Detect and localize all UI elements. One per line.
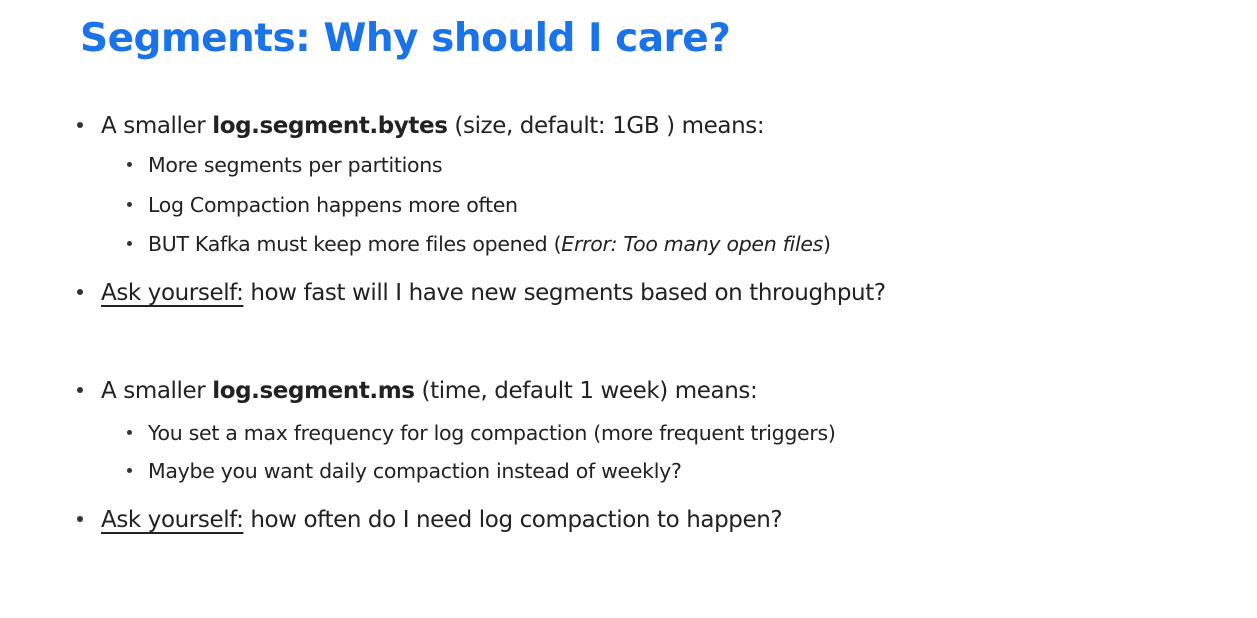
slide: Segments: Why should I care? A smaller l… bbox=[0, 0, 1257, 618]
config-key-log-segment-ms: log.segment.ms bbox=[212, 378, 415, 404]
error-message-text: Error: Too many open files bbox=[561, 232, 824, 256]
sub-bullet-text: Log Compaction happens more often bbox=[148, 193, 518, 217]
bullet-log-segment-ms: A smaller log.segment.ms (time, default … bbox=[77, 375, 758, 407]
sub-bullet-text-end: ) bbox=[823, 232, 831, 256]
bullet-dot-icon bbox=[77, 515, 83, 522]
bullet-dot-icon bbox=[127, 240, 132, 246]
bullet-ask-compaction: Ask yourself: how often do I need log co… bbox=[77, 504, 783, 536]
config-key-log-segment-bytes: log.segment.bytes bbox=[212, 113, 448, 139]
bullet-dot-icon bbox=[77, 288, 83, 295]
bullet-dot-icon bbox=[127, 161, 132, 167]
bullet-dot-icon bbox=[127, 467, 132, 473]
sub-bullet-daily-compaction: Maybe you want daily compaction instead … bbox=[127, 456, 682, 486]
ask-question-text: how often do I need log compaction to ha… bbox=[243, 507, 783, 533]
ask-question-text: how fast will I have new segments based … bbox=[243, 280, 886, 306]
bullet-dot-icon bbox=[77, 121, 83, 128]
sub-bullet-open-files: BUT Kafka must keep more files opened (E… bbox=[127, 229, 831, 259]
bullet-dot-icon bbox=[127, 429, 132, 435]
ask-yourself-label: Ask yourself: bbox=[101, 280, 244, 306]
sub-bullet-text: More segments per partitions bbox=[148, 153, 443, 177]
bullet-log-segment-bytes: A smaller log.segment.bytes (size, defau… bbox=[77, 110, 765, 142]
bullet-prefix: A smaller bbox=[101, 113, 213, 139]
sub-bullet-more-segments: More segments per partitions bbox=[127, 150, 443, 180]
bullet-prefix: A smaller bbox=[101, 378, 213, 404]
slide-title: Segments: Why should I care? bbox=[80, 16, 731, 61]
sub-bullet-compaction-more-often: Log Compaction happens more often bbox=[127, 190, 518, 220]
bullet-ask-throughput: Ask yourself: how fast will I have new s… bbox=[77, 277, 886, 309]
sub-bullet-text: BUT Kafka must keep more files opened ( bbox=[148, 232, 562, 256]
bullet-dot-icon bbox=[77, 386, 83, 393]
bullet-suffix: (time, default 1 week) means: bbox=[414, 378, 758, 404]
sub-bullet-text: You set a max frequency for log compacti… bbox=[148, 421, 836, 445]
ask-yourself-label: Ask yourself: bbox=[101, 507, 244, 533]
sub-bullet-text: Maybe you want daily compaction instead … bbox=[148, 459, 682, 483]
bullet-dot-icon bbox=[127, 201, 132, 207]
sub-bullet-max-frequency: You set a max frequency for log compacti… bbox=[127, 418, 836, 448]
bullet-suffix: (size, default: 1GB ) means: bbox=[447, 113, 765, 139]
